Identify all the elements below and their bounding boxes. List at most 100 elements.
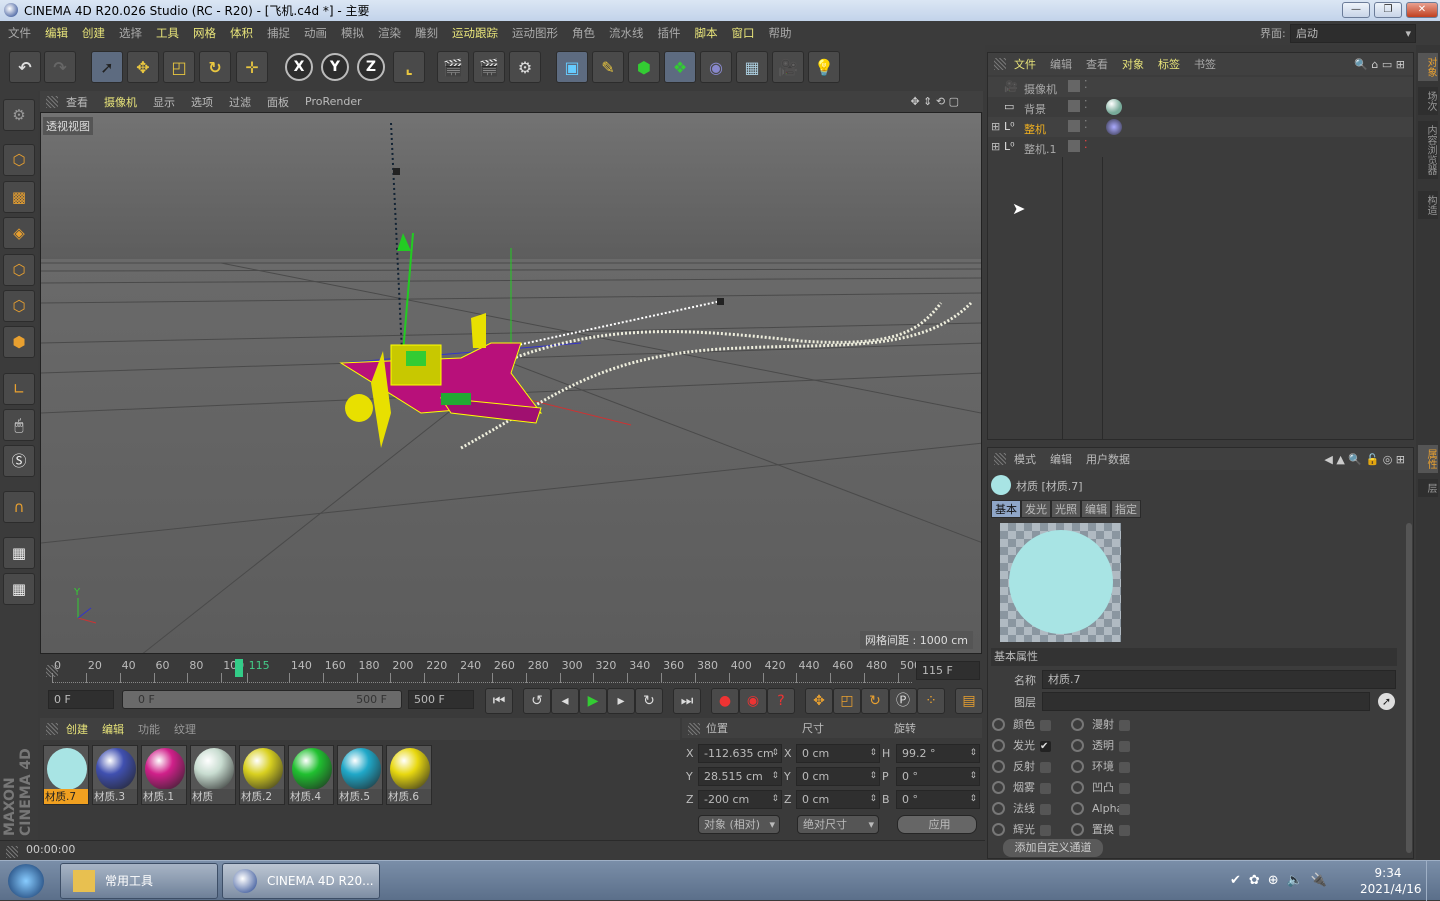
panel-grip[interactable] <box>688 723 700 735</box>
channel-radio[interactable] <box>1071 739 1084 752</box>
magnet-button[interactable]: ∩ <box>3 491 35 523</box>
coord-mode-select[interactable]: 对象 (相对) ▾ <box>698 815 780 834</box>
go-to-start-button[interactable]: ⏮ <box>485 688 513 714</box>
cloner-button[interactable]: ❖ <box>664 51 696 83</box>
menu-6[interactable]: 体积 <box>230 25 253 41</box>
material-swatch[interactable]: 材质.6 <box>386 745 432 805</box>
visibility-dots-icon[interactable] <box>1068 100 1080 112</box>
autokey-button[interactable]: ◉ <box>739 688 767 714</box>
key-scale-button[interactable]: ◰ <box>833 688 861 714</box>
pos-field[interactable]: -200 cm ⇕ <box>698 790 782 809</box>
select-tool-button[interactable]: ➚ <box>91 51 123 83</box>
camera-button[interactable]: 🎥 <box>772 51 804 83</box>
axis-mode-button[interactable]: ∟ <box>3 373 35 405</box>
object-row[interactable]: 🎥 摄像机 ⁚ <box>988 77 1413 97</box>
stepper-icon[interactable]: ⇕ <box>969 745 977 762</box>
side-tab[interactable]: 对象 <box>1418 53 1438 81</box>
apply-button[interactable]: 应用 <box>897 815 977 834</box>
viewport-nav-icons[interactable]: ✥ ⇕ ⟲ ▢ <box>910 95 959 108</box>
visibility-dots-icon[interactable] <box>1068 120 1080 132</box>
size-field[interactable]: 0 cm ⇕ <box>796 767 880 786</box>
keyframe-selection-button[interactable]: ? <box>767 688 795 714</box>
layout-select[interactable]: 启动 ▾ <box>1290 24 1416 43</box>
render-view-button[interactable]: 🎬 <box>437 51 469 83</box>
deformer-button[interactable]: ◉ <box>700 51 732 83</box>
current-frame-field[interactable]: 115 F <box>916 661 980 680</box>
channel-radio[interactable] <box>1071 823 1084 836</box>
viewport-menu-item[interactable]: 摄像机 <box>104 94 137 110</box>
attribute-menu-item[interactable]: 模式 <box>1014 451 1036 467</box>
material-preview[interactable] <box>1000 523 1121 642</box>
redo-button[interactable]: ↷ <box>44 51 76 83</box>
channel-radio[interactable] <box>992 760 1005 773</box>
channel-radio[interactable] <box>1071 802 1084 815</box>
make-editable-button[interactable]: ⚙ <box>3 99 35 131</box>
maximize-button[interactable]: ❐ <box>1374 2 1402 18</box>
attribute-menu-item[interactable]: 编辑 <box>1050 451 1072 467</box>
add-custom-channel-button[interactable]: 添加自定义通道 <box>1003 839 1103 857</box>
stepper-icon[interactable]: ⇕ <box>969 768 977 785</box>
taskbar-item-tools[interactable]: 常用工具 <box>60 863 218 899</box>
object-menu-item[interactable]: 书签 <box>1194 56 1216 72</box>
expand-icon[interactable]: ⊞ <box>991 140 1000 153</box>
side-tab[interactable]: 构造 <box>1418 191 1438 219</box>
rotate-tool-button[interactable]: ↻ <box>199 51 231 83</box>
object-row[interactable]: ⊞ L⁰ 整机.1 ⁚ <box>988 137 1413 157</box>
object-row[interactable]: ▭ 背景 ⁚ <box>988 97 1413 117</box>
side-tab[interactable]: 内容浏览器 <box>1418 121 1438 179</box>
pen-button[interactable]: ✎ <box>592 51 624 83</box>
taskbar-item-cinema4d[interactable]: CINEMA 4D R20... <box>222 863 380 899</box>
object-menu-item[interactable]: 编辑 <box>1050 56 1072 72</box>
object-manager-icons[interactable]: 🔍 ⌂ ▭ ⊞ <box>1354 58 1405 71</box>
material-swatch[interactable]: 材质.5 <box>337 745 383 805</box>
stepper-icon[interactable]: ⇕ <box>869 768 877 785</box>
render-dots-icon[interactable]: ⁚ <box>1084 118 1088 131</box>
close-button[interactable]: ✕ <box>1406 2 1438 18</box>
timeline-window-button[interactable]: ▤ <box>955 688 983 714</box>
channel-checkbox[interactable]: ✔ <box>1040 741 1051 752</box>
rot-field[interactable]: 0 ° ⇕ <box>896 767 980 786</box>
channel-radio[interactable] <box>992 781 1005 794</box>
attribute-nav-icons[interactable]: ◀ ▲ 🔍 🔓 ◎ ⊞ <box>1324 453 1405 466</box>
stepper-icon[interactable]: ⇕ <box>771 745 779 762</box>
attribute-tab[interactable]: 发光 <box>1021 500 1051 518</box>
object-menu-item[interactable]: 标签 <box>1158 56 1180 72</box>
channel-radio[interactable] <box>992 802 1005 815</box>
menu-5[interactable]: 网格 <box>193 25 216 41</box>
3d-viewport[interactable]: Y 透视视图 网格间距 : 1000 cm <box>40 112 982 654</box>
playhead[interactable] <box>234 659 243 677</box>
attribute-tab[interactable]: 基本 <box>991 500 1021 518</box>
size-field[interactable]: 0 cm ⇕ <box>796 744 880 763</box>
viewport-menu-item[interactable]: 显示 <box>153 94 175 110</box>
menu-1[interactable]: 编辑 <box>45 25 68 41</box>
material-tag-icon[interactable] <box>1106 119 1122 135</box>
material-swatch[interactable]: 材质.2 <box>239 745 285 805</box>
workplane-button[interactable]: ◈ <box>3 217 35 249</box>
pick-layer-icon[interactable]: ➚ <box>1378 693 1395 710</box>
stepper-icon[interactable]: ⇕ <box>771 768 779 785</box>
key-parameter-button[interactable]: Ⓟ <box>889 688 917 714</box>
panel-grip[interactable] <box>46 723 58 735</box>
visibility-dots-icon[interactable] <box>1068 140 1080 152</box>
stepper-icon[interactable]: ⇕ <box>771 791 779 808</box>
floor-button[interactable]: ▦ <box>736 51 768 83</box>
viewport-menu-item[interactable]: 选项 <box>191 94 213 110</box>
visibility-dots-icon[interactable] <box>1068 80 1080 92</box>
undo-button[interactable]: ↶ <box>9 51 41 83</box>
tweak-mode-button[interactable]: 🖱 <box>3 409 35 441</box>
object-menu-item[interactable]: 查看 <box>1086 56 1108 72</box>
menu-4[interactable]: 工具 <box>156 25 179 41</box>
channel-checkbox[interactable] <box>1040 762 1051 773</box>
material-swatch[interactable]: 材质.4 <box>288 745 334 805</box>
name-input[interactable]: 材质.7 <box>1042 670 1396 689</box>
go-to-end-button[interactable]: ⏭ <box>673 688 701 714</box>
material-menu-item[interactable]: 创建 <box>66 721 88 737</box>
panel-grip[interactable] <box>994 58 1006 70</box>
render-settings-button[interactable]: ⚙ <box>509 51 541 83</box>
object-row[interactable]: ⊞ L⁰ 整机 ⁚ <box>988 117 1413 137</box>
attribute-tab[interactable]: 编辑 <box>1081 500 1111 518</box>
menu-15[interactable]: 流水线 <box>609 25 644 41</box>
end-frame-field[interactable]: 500 F <box>408 690 474 709</box>
channel-radio[interactable] <box>992 718 1005 731</box>
viewport-menu-item[interactable]: 查看 <box>66 94 88 110</box>
